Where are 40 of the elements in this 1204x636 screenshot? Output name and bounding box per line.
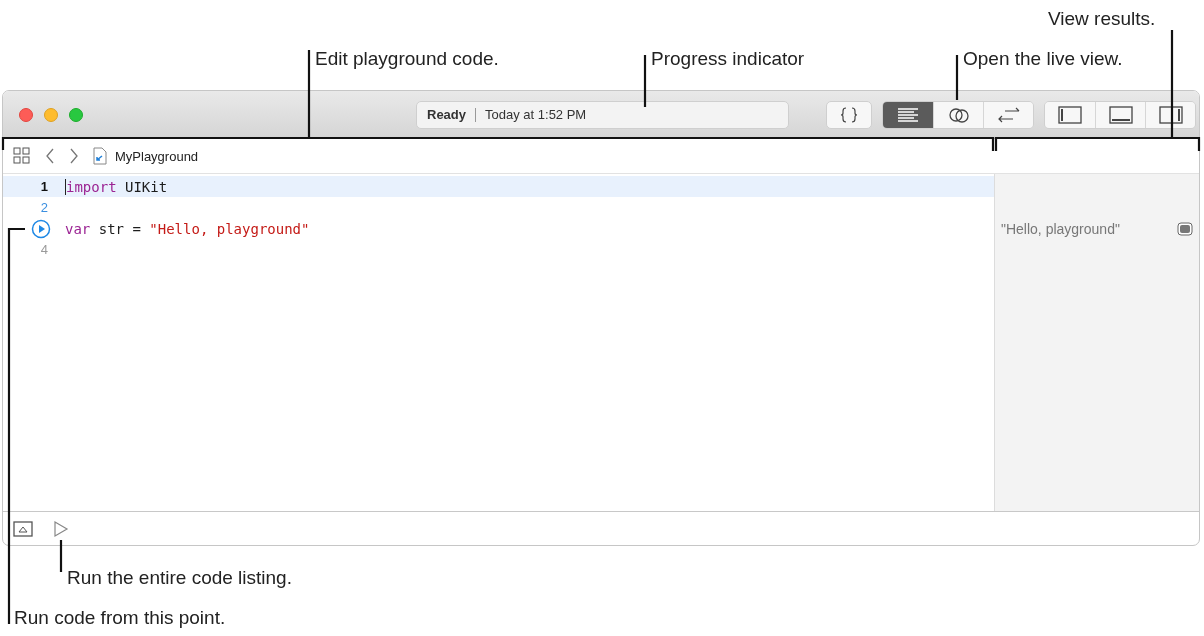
navigator-toggle[interactable]: [1045, 101, 1095, 128]
line-number: 1: [40, 179, 49, 194]
callout-label: Run the entire code listing.: [67, 567, 292, 589]
code-snippet-button[interactable]: [826, 100, 872, 129]
arrows-icon: [996, 106, 1021, 123]
code-line: var str = "Hello, playground": [65, 220, 310, 237]
leader-line: [59, 540, 63, 572]
code-editor[interactable]: 1 import UIKit 2 var str = "Hello, playground" 4: [3, 174, 994, 511]
result-value: "Hello, playground": [1001, 220, 1120, 237]
live-view-button[interactable]: [933, 101, 983, 128]
callout-label: Edit playground code.: [315, 48, 499, 70]
callout-label: View results.: [1048, 8, 1156, 30]
text-cursor: [65, 178, 66, 195]
debug-area-toggle[interactable]: [1095, 101, 1145, 128]
file-name[interactable]: MyPlayground: [115, 148, 199, 164]
run-button[interactable]: [31, 218, 51, 239]
grid-icon[interactable]: [13, 147, 31, 165]
editor-button[interactable]: [883, 101, 933, 128]
status-time: Today at 1:52 PM: [485, 107, 587, 122]
close-button[interactable]: [19, 107, 33, 122]
status-text: Ready: [427, 107, 467, 122]
file-icon: [93, 147, 107, 165]
braces-icon: [840, 106, 858, 123]
forward-icon[interactable]: [69, 148, 79, 164]
code-line: import UIKit: [66, 178, 168, 195]
callout-label: Open the live view.: [963, 48, 1123, 70]
callout-label: Progress indicator: [651, 48, 805, 70]
bottom-panel-icon: [1108, 105, 1133, 124]
callout-label: Run code from this point.: [14, 607, 226, 629]
back-icon[interactable]: [45, 148, 55, 164]
play-icon[interactable]: [53, 519, 69, 538]
right-panel-icon: [1158, 105, 1183, 124]
inspector-toggle[interactable]: [1145, 101, 1195, 128]
lines-icon: [897, 106, 919, 123]
quick-look-button[interactable]: [1177, 221, 1193, 236]
line-number: 4: [40, 242, 49, 257]
left-panel-icon: [1058, 105, 1082, 124]
debug-area-toggle-icon[interactable]: [13, 520, 33, 537]
overlapping-circles-icon: [947, 105, 970, 124]
line-number: 2: [40, 200, 49, 215]
